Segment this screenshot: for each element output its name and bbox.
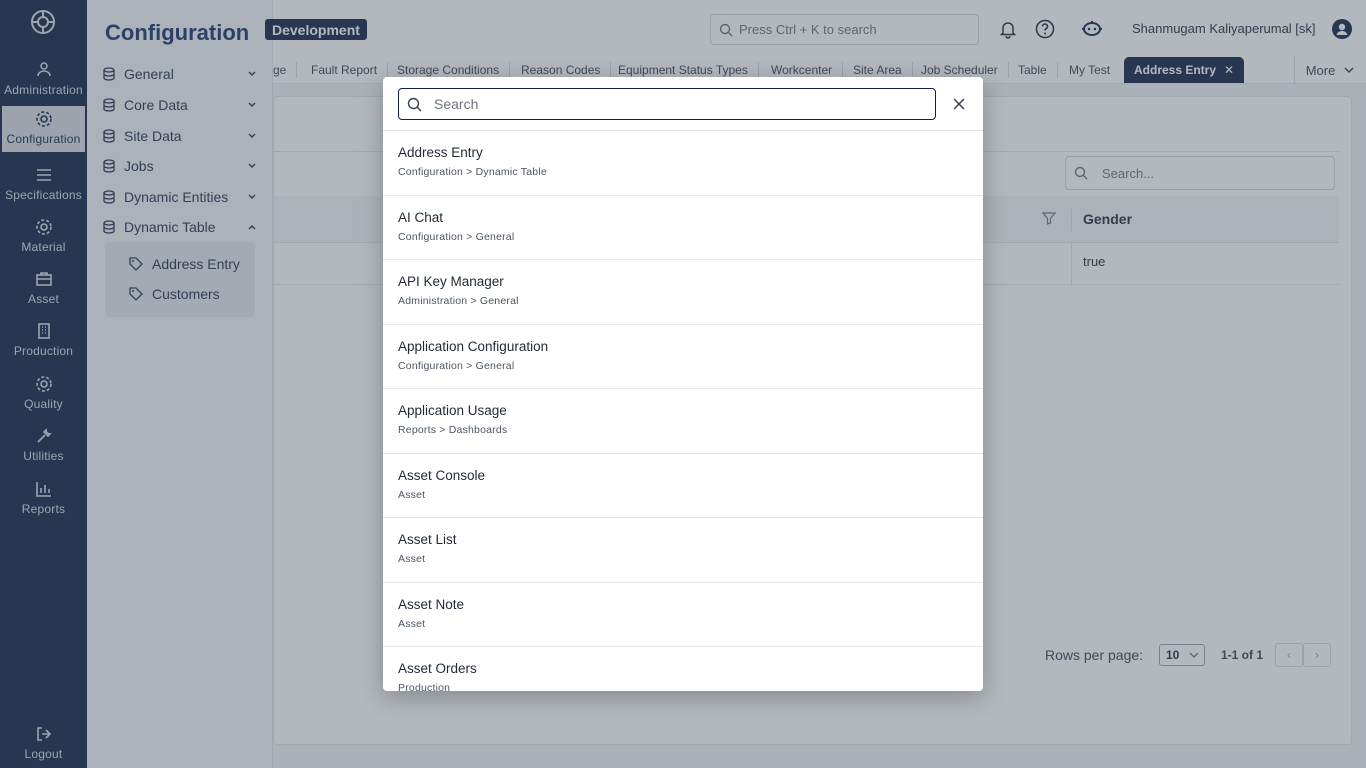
result-path: Configuration > General (398, 230, 515, 243)
search-result-item[interactable]: API Key Manager Administration > General (383, 260, 983, 325)
search-result-item[interactable]: Asset Orders Production (383, 647, 983, 691)
result-path: Asset (398, 617, 426, 630)
result-path: Asset (398, 488, 426, 501)
search-result-item[interactable]: Asset List Asset (383, 518, 983, 583)
result-path: Configuration > Dynamic Table (398, 166, 547, 178)
search-results-list: Address Entry Configuration > Dynamic Ta… (383, 131, 983, 691)
search-result-item[interactable]: Asset Note Asset (383, 583, 983, 647)
result-title: Application Usage (398, 403, 507, 418)
search-icon (407, 97, 422, 111)
search-result-item[interactable]: Application Usage Reports > Dashboards (383, 389, 983, 454)
result-title: Asset List (398, 532, 457, 547)
dialog-header (383, 77, 983, 131)
result-title: Asset Console (398, 467, 486, 483)
result-title: Asset Orders (398, 661, 477, 676)
result-title: Asset Note (398, 596, 465, 612)
result-path: Production (398, 682, 451, 691)
result-path: Asset (398, 553, 426, 565)
search-result-item[interactable]: Asset Console Asset (383, 454, 983, 518)
search-result-item[interactable]: Application Configuration Configuration … (383, 325, 983, 389)
command-search-dialog: Address Entry Configuration > Dynamic Ta… (383, 77, 983, 691)
result-title: Application Configuration (398, 338, 549, 354)
dialog-search-input[interactable] (434, 96, 914, 112)
search-result-item[interactable]: AI Chat Configuration > General (383, 196, 983, 260)
search-result-item[interactable]: Address Entry Configuration > Dynamic Ta… (383, 131, 983, 196)
result-title: API Key Manager (398, 274, 504, 289)
result-path: Administration > General (398, 295, 519, 307)
result-title: Address Entry (398, 145, 483, 160)
close-icon[interactable] (951, 96, 967, 112)
result-path: Reports > Dashboards (398, 424, 508, 436)
result-path: Configuration > General (398, 359, 515, 372)
result-title: AI Chat (398, 209, 444, 225)
dialog-search-field[interactable] (398, 88, 936, 120)
